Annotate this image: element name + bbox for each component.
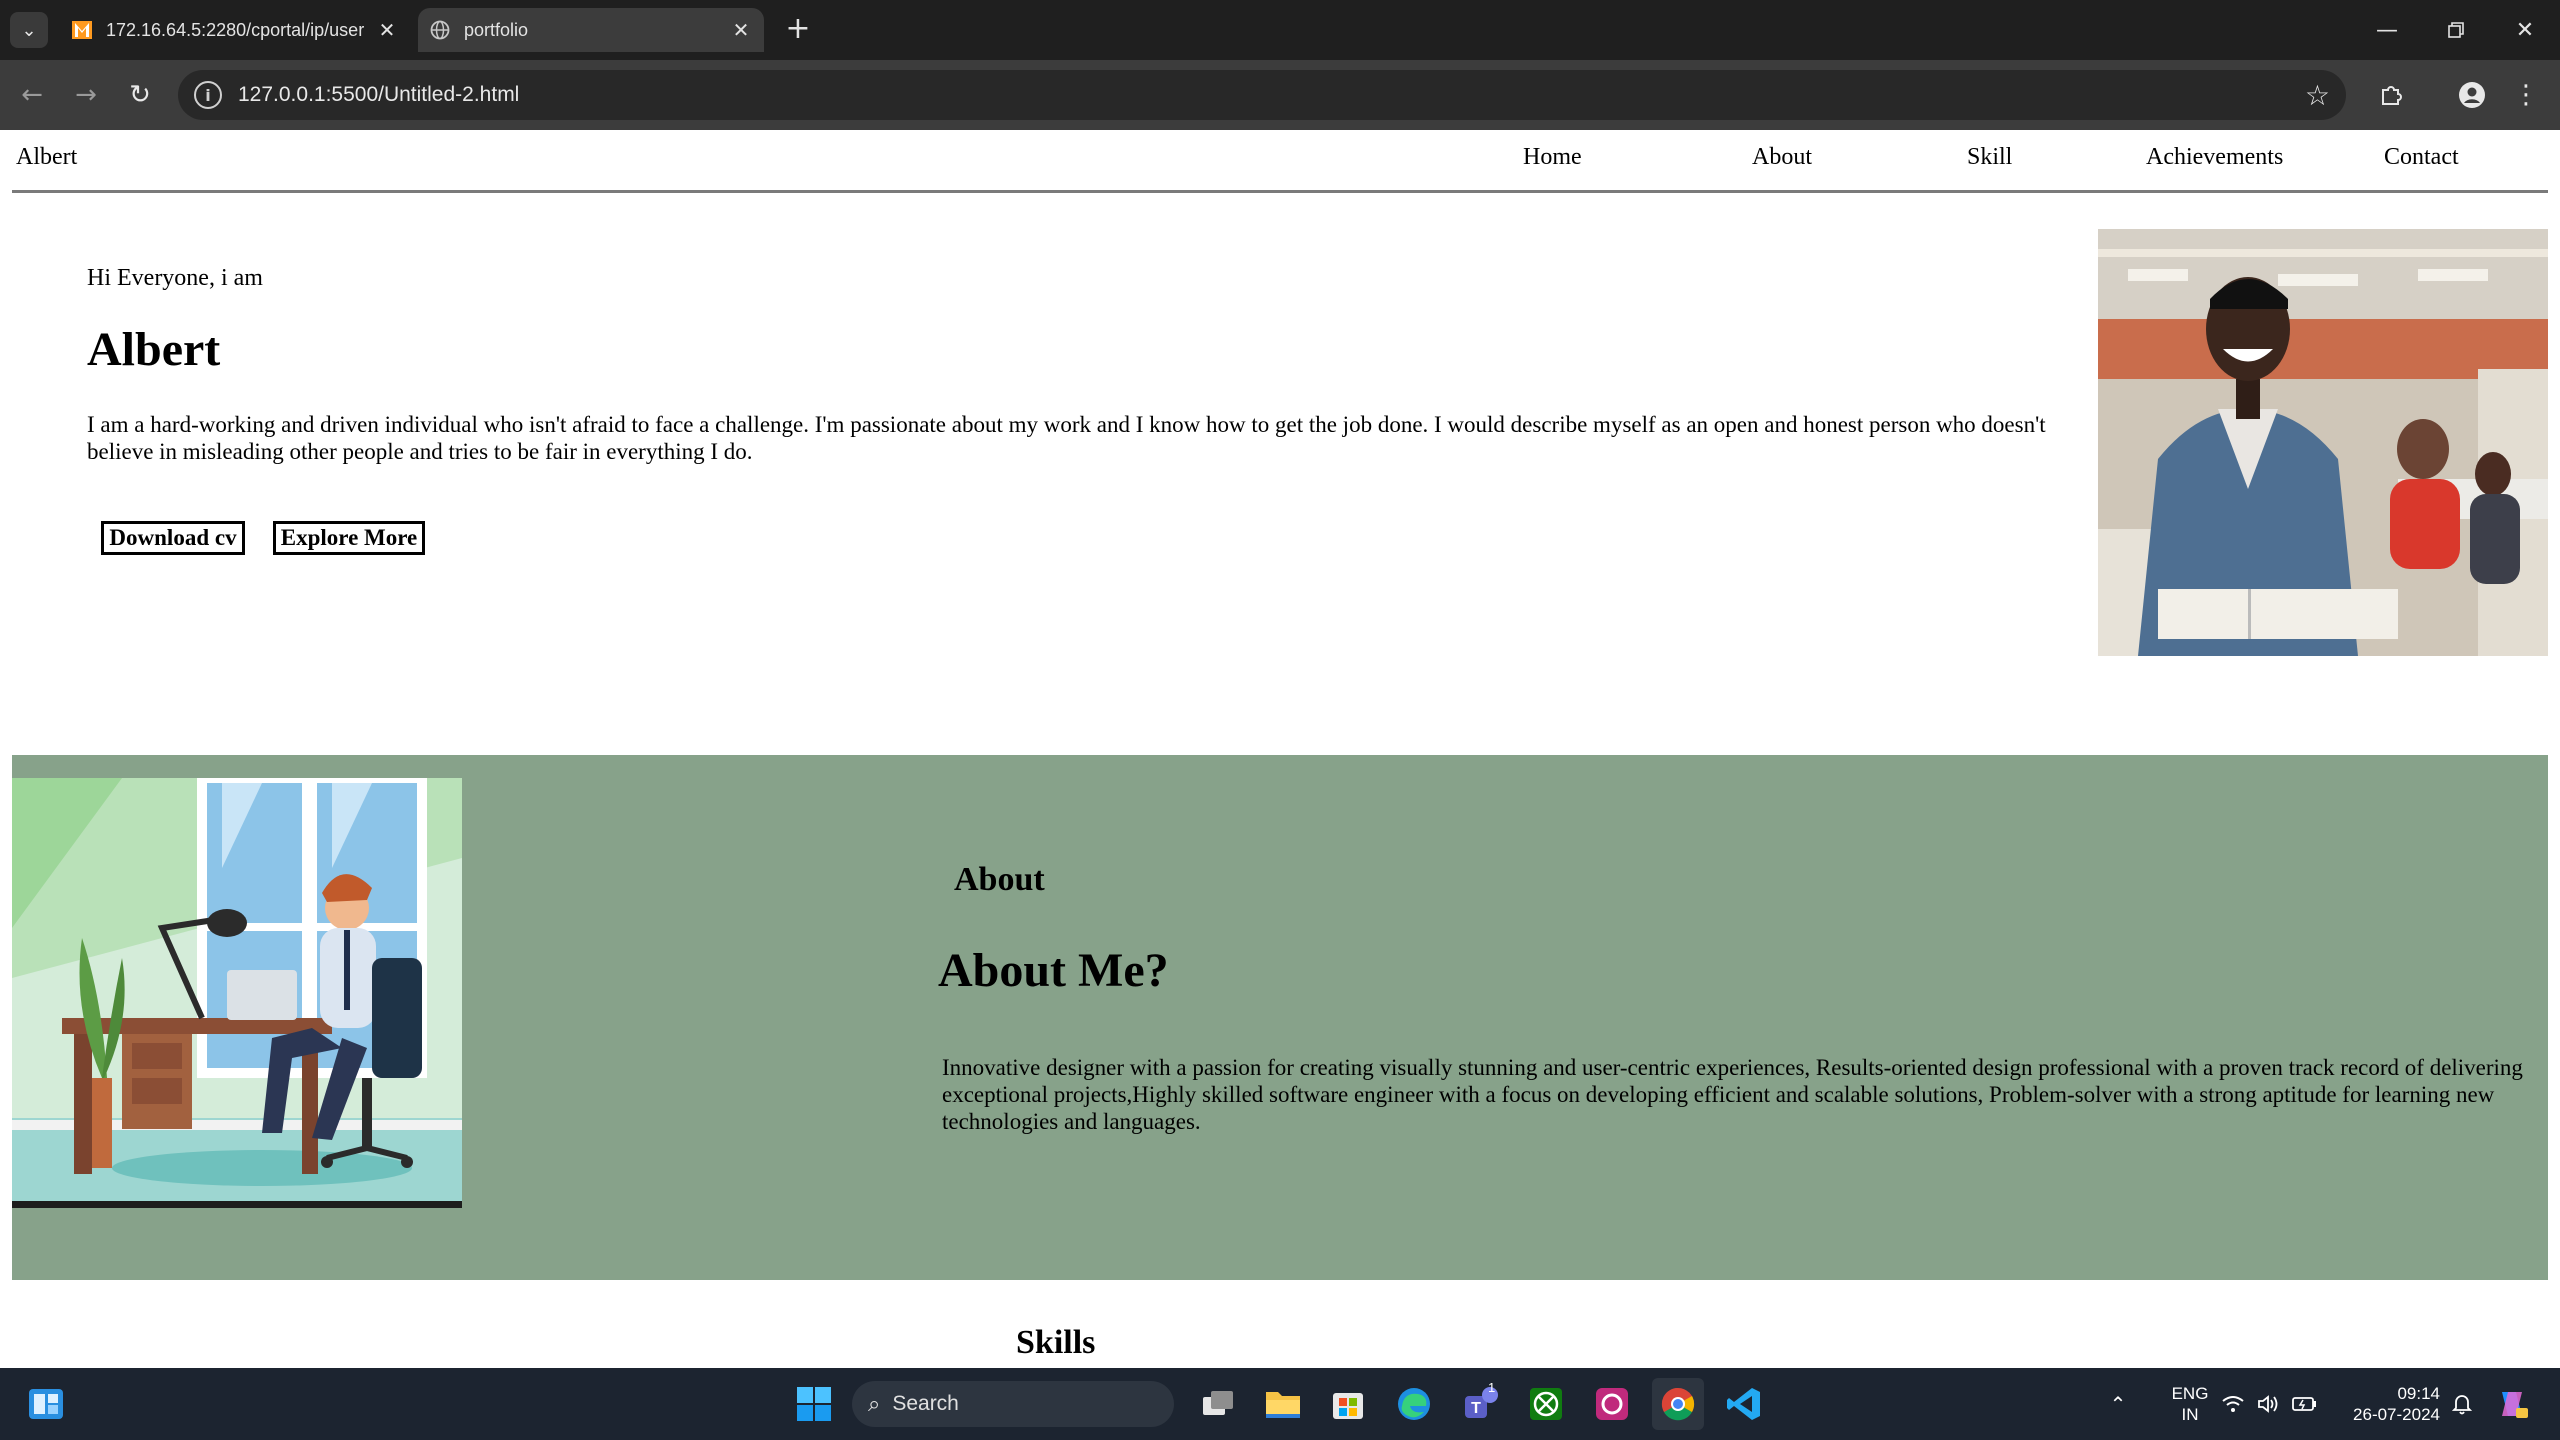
microsoft-store-icon[interactable] — [1322, 1378, 1374, 1430]
portfolio-page: Albert Home About Skill Achievements Con… — [0, 130, 2560, 1368]
hero-name-heading: Albert — [87, 323, 221, 376]
svg-text:T: T — [1471, 1400, 1481, 1417]
show-hidden-icons-chevron-icon[interactable]: ⌃ — [2100, 1368, 2136, 1440]
extensions-puzzle-icon[interactable] — [2370, 73, 2414, 117]
office-desk-illustration — [12, 778, 462, 1208]
about-section-label: About — [954, 861, 1045, 898]
tab-close-icon[interactable]: ✕ — [372, 18, 402, 43]
reload-icon[interactable]: ↻ — [118, 73, 162, 117]
back-arrow-icon[interactable]: ← — [10, 73, 54, 117]
clock-time: 09:14 — [2397, 1384, 2440, 1403]
tab-cportal[interactable]: 172.16.64.5:2280/cportal/ip/user ✕ — [60, 8, 410, 52]
edge-browser-icon[interactable] — [1388, 1378, 1440, 1430]
tab-search-chevron-icon[interactable]: ⌄ — [10, 12, 48, 48]
notification-bell-icon[interactable] — [2444, 1368, 2480, 1440]
url-text[interactable]: 127.0.0.1:5500/Untitled-2.html — [238, 83, 2305, 107]
copilot-icon[interactable] — [2490, 1368, 2534, 1440]
xbox-icon[interactable] — [1520, 1378, 1572, 1430]
address-bar[interactable]: i 127.0.0.1:5500/Untitled-2.html ☆ — [178, 70, 2346, 120]
task-view-icon[interactable] — [1192, 1378, 1244, 1430]
copilot-app-icon[interactable] — [1586, 1378, 1638, 1430]
forward-arrow-icon[interactable]: → — [64, 73, 108, 117]
language-code: ENG — [2171, 1384, 2209, 1403]
search-icon: ⌕ — [868, 1391, 881, 1416]
chrome-taskbar-icon[interactable] — [1652, 1378, 1704, 1430]
chrome-menu-icon[interactable]: ⋮ — [2504, 73, 2548, 117]
brand-name: Albert — [16, 144, 78, 170]
about-me-heading: About Me? — [938, 944, 1169, 997]
portal-favicon-icon — [70, 18, 94, 42]
hero-bio-text: I am a hard-working and driven individua… — [87, 412, 2046, 464]
download-cv-button[interactable]: Download cv — [101, 521, 245, 555]
skills-heading: Skills — [1016, 1324, 1096, 1361]
widgets-icon[interactable] — [20, 1378, 72, 1430]
region-code: IN — [2181, 1405, 2199, 1424]
windows-start-icon[interactable] — [788, 1378, 840, 1430]
nav-link-achievements[interactable]: Achievements — [2146, 144, 2283, 171]
taskbar-search-box[interactable]: ⌕ Search — [852, 1381, 1174, 1427]
nav-link-skill[interactable]: Skill — [1967, 144, 2012, 171]
teams-badge: 1 — [1488, 1380, 1496, 1395]
site-info-icon[interactable]: i — [194, 81, 222, 109]
file-explorer-icon[interactable] — [1257, 1378, 1309, 1430]
clock-area[interactable]: 09:14 26-07-2024 — [2330, 1368, 2440, 1440]
close-window-icon[interactable]: ✕ — [2490, 0, 2560, 60]
search-label: Search — [892, 1392, 959, 1415]
windows-taskbar: ⌕ Search T 1 ⌃ ENG IN 09:14 26-07-2024 — [0, 1368, 2560, 1440]
teams-icon[interactable]: T 1 — [1454, 1378, 1506, 1430]
browser-toolbar: ← → ↻ i 127.0.0.1:5500/Untitled-2.html ☆… — [0, 60, 2560, 130]
nav-link-home[interactable]: Home — [1523, 144, 1582, 171]
nav-link-about[interactable]: About — [1752, 144, 1812, 171]
profile-photo — [2098, 229, 2548, 656]
tab-title: portfolio — [464, 19, 529, 40]
about-description: Innovative designer with a passion for c… — [942, 1055, 2523, 1134]
browser-tab-bar: ⌄ 172.16.64.5:2280/cportal/ip/user ✕ por… — [0, 0, 2560, 60]
nav-link-contact[interactable]: Contact — [2384, 144, 2459, 171]
wifi-icon[interactable] — [2216, 1368, 2250, 1440]
minimize-icon[interactable]: — — [2352, 0, 2422, 60]
globe-favicon-icon — [428, 18, 452, 42]
site-navbar: Albert Home About Skill Achievements Con… — [12, 144, 2548, 193]
vscode-icon[interactable] — [1718, 1378, 1770, 1430]
tab-title: 172.16.64.5:2280/cportal/ip/user — [106, 19, 365, 40]
restore-icon[interactable] — [2421, 0, 2491, 60]
profile-avatar-icon[interactable] — [2450, 73, 2494, 117]
tab-portfolio[interactable]: portfolio ✕ — [418, 8, 764, 52]
volume-icon[interactable] — [2252, 1368, 2286, 1440]
bookmark-star-icon[interactable]: ☆ — [2305, 79, 2330, 112]
clock-date: 26-07-2024 — [2353, 1405, 2440, 1424]
battery-icon[interactable] — [2288, 1368, 2322, 1440]
explore-more-button[interactable]: Explore More — [273, 521, 425, 555]
hero-greeting: Hi Everyone, i am — [87, 265, 263, 291]
new-tab-plus-icon[interactable]: + — [780, 12, 816, 48]
tab-close-icon[interactable]: ✕ — [726, 18, 756, 43]
about-section: About About Me? Innovative designer with… — [12, 755, 2548, 1280]
